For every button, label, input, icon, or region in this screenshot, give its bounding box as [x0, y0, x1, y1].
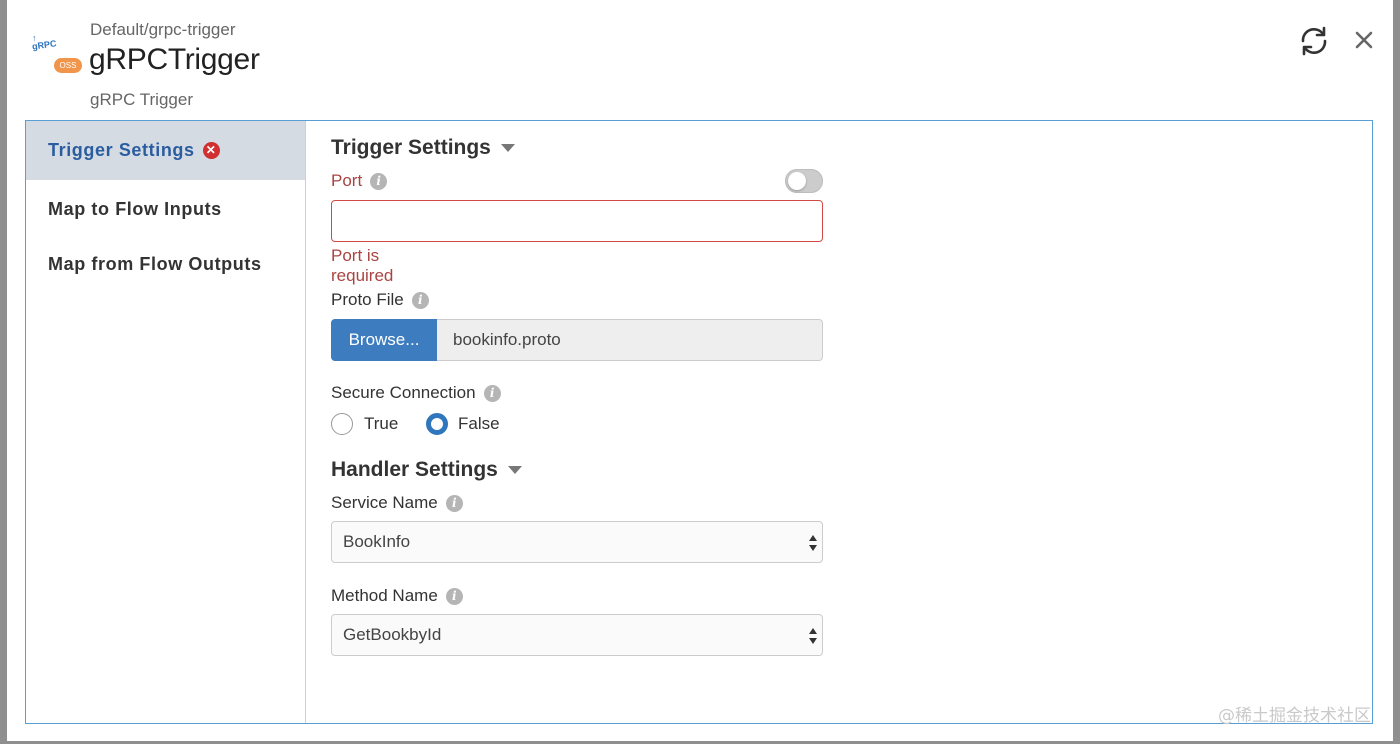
port-input[interactable] [331, 200, 823, 242]
select-arrows-icon [809, 535, 817, 551]
port-toggle[interactable] [785, 169, 823, 193]
service-name-select[interactable]: BookInfo [331, 521, 823, 563]
sidebar-item-label: Map to Flow Inputs [48, 199, 222, 219]
sidebar-item-trigger-settings[interactable]: Trigger Settings ✕ [26, 121, 305, 180]
sidebar: Trigger Settings ✕ Map to Flow Inputs Ma… [26, 121, 306, 723]
secure-true-label[interactable]: True [364, 414, 398, 434]
settings-panel: Trigger Settings ✕ Map to Flow Inputs Ma… [25, 120, 1373, 724]
trigger-settings-heading[interactable]: Trigger Settings [331, 136, 515, 160]
caret-down-icon [507, 466, 522, 475]
handler-settings-heading[interactable]: Handler Settings [331, 458, 522, 482]
info-icon: i [411, 292, 429, 309]
sidebar-item-label: Map from Flow Outputs [48, 254, 262, 274]
refresh-icon[interactable] [1297, 24, 1331, 58]
page-title: gRPCTrigger [89, 43, 260, 76]
logo-text: gRPC [31, 38, 58, 52]
proto-file-label: Proto File i [331, 290, 429, 310]
window-frame-left [0, 0, 7, 744]
proto-file-name: bookinfo.proto [437, 319, 823, 361]
close-icon[interactable] [1352, 28, 1376, 52]
secure-false-label[interactable]: False [458, 414, 500, 434]
browse-button[interactable]: Browse... [331, 319, 437, 361]
method-name-select[interactable]: GetBookbyId [331, 614, 823, 656]
error-x-icon: ✕ [202, 142, 220, 159]
watermark: @稀土掘金技术社区 [1218, 706, 1371, 726]
info-icon: i [370, 173, 388, 190]
info-icon: i [483, 385, 501, 402]
info-icon: i [445, 588, 463, 605]
sidebar-item-map-to-flow-inputs[interactable]: Map to Flow Inputs [26, 180, 305, 239]
select-arrows-icon [809, 628, 817, 644]
sidebar-item-label: Trigger Settings [48, 140, 195, 160]
method-name-label: Method Name i [331, 586, 463, 606]
secure-connection-label: Secure Connection i [331, 383, 501, 403]
sidebar-item-map-from-flow-outputs[interactable]: Map from Flow Outputs [26, 235, 305, 294]
caret-down-icon [500, 144, 515, 153]
port-label: Port i [331, 171, 388, 191]
toggle-knob [788, 172, 806, 190]
info-icon: i [445, 495, 463, 512]
oss-badge: OSS [54, 58, 82, 73]
window-frame-right [1393, 0, 1400, 744]
breadcrumb: Default/grpc-trigger [90, 20, 236, 39]
proto-file-picker: Browse... bookinfo.proto [331, 319, 823, 361]
port-error-message: Port is required [331, 246, 394, 285]
secure-true-radio[interactable] [331, 413, 353, 435]
page-subtitle: gRPC Trigger [90, 90, 193, 109]
secure-false-radio[interactable] [426, 413, 448, 435]
service-name-label: Service Name i [331, 493, 463, 513]
grpc-logo-icon: ↑ gRPC OSS [30, 33, 82, 76]
